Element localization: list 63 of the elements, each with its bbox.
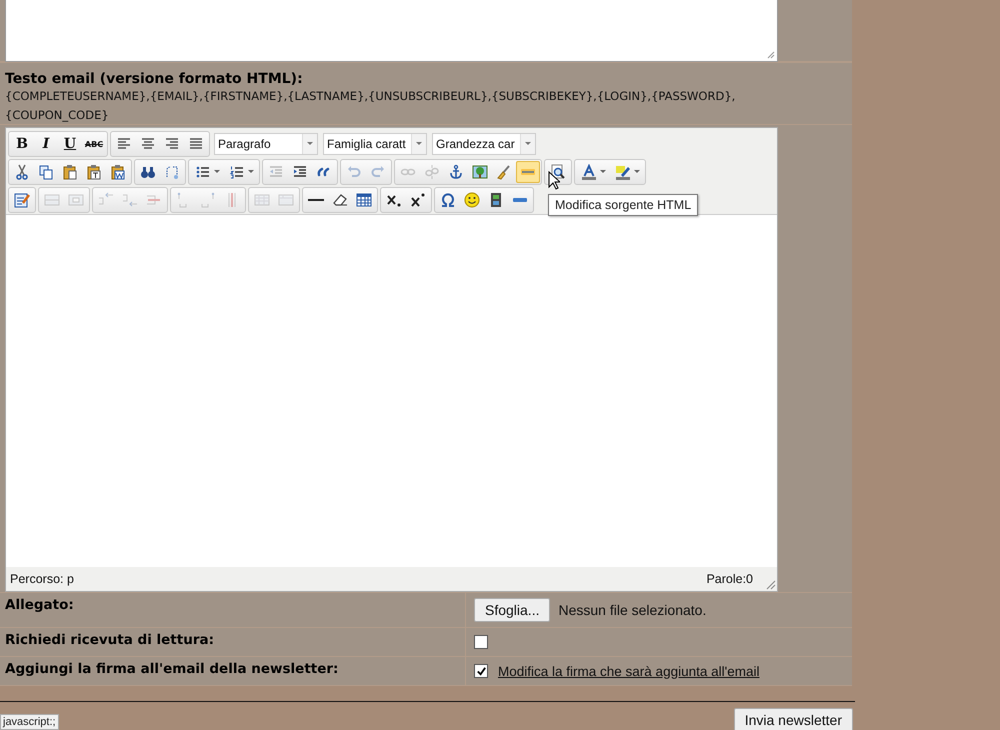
checkbox[interactable] xyxy=(474,664,488,678)
omega-icon xyxy=(440,192,456,208)
code-button[interactable] xyxy=(516,161,540,183)
field-label: Testo email (versione formato HTML): xyxy=(5,71,304,87)
replace-icon xyxy=(164,164,180,180)
field-label: Aggiungi la firma all'email della newsletter: xyxy=(0,657,466,685)
horizontal-rule-icon xyxy=(308,199,324,201)
caret-icon xyxy=(307,142,313,146)
anchor-icon xyxy=(448,164,464,180)
table-cell-icon xyxy=(68,192,84,208)
file-status: Nessun file selezionato. xyxy=(558,602,706,618)
send-newsletter-button[interactable]: Invia newsletter xyxy=(734,708,853,730)
table-row-icon xyxy=(44,192,60,208)
align-center-icon xyxy=(140,136,156,152)
align-left-icon xyxy=(116,136,132,152)
field-label: Allegato: xyxy=(0,593,466,627)
bold-button[interactable]: B xyxy=(10,133,34,155)
merge-cells-icon xyxy=(278,192,294,208)
clipboard-icon xyxy=(110,164,126,180)
insert-row-icon xyxy=(122,192,138,208)
scissors-icon xyxy=(14,164,30,180)
placeholder-tags: {COMPLETEUSERNAME},{EMAIL},{FIRSTNAME},{LASTNAME},{UNSUBSCRIBEURL},{SUBSCRIBEKEY},{LOGIN},{PASSWORD}, {COUPON_CODE} xyxy=(5,87,785,125)
dropdown[interactable]: Grandezza car xyxy=(432,133,536,155)
eraser-icon xyxy=(332,192,348,208)
checkbox[interactable] xyxy=(474,635,488,649)
table-icon xyxy=(356,192,372,208)
bullet-list-icon xyxy=(194,164,210,180)
binoculars-icon xyxy=(140,164,156,180)
insert-column-icon xyxy=(200,192,216,208)
tooltip: Modifica sorgente HTML xyxy=(548,194,698,216)
underline-button[interactable]: U xyxy=(58,133,82,155)
clipboard-icon xyxy=(86,164,102,180)
picture-icon xyxy=(472,164,488,180)
align-right-icon xyxy=(164,136,180,152)
brush-icon xyxy=(496,164,512,180)
copy-icon xyxy=(38,164,54,180)
status-tooltip: javascript:; xyxy=(0,714,59,730)
highlighter-icon xyxy=(614,164,630,180)
superscript-icon xyxy=(410,192,426,208)
caret-icon xyxy=(525,142,531,146)
browse-button[interactable]: Sfoglia... xyxy=(474,598,550,622)
undo-icon xyxy=(346,164,362,180)
clipboard-icon xyxy=(62,164,78,180)
dropdown[interactable]: Paragrafo xyxy=(214,133,318,155)
word-count: Parole:0 xyxy=(706,572,753,586)
text-color-icon xyxy=(580,164,596,180)
resize-grip-icon[interactable] xyxy=(767,51,775,59)
dropdown[interactable]: Famiglia caratt xyxy=(323,133,427,155)
redo-icon xyxy=(370,164,386,180)
smiley-icon xyxy=(464,192,480,208)
edit-signature-link[interactable]: Modifica la firma che sarà aggiunta all'email xyxy=(498,664,760,678)
justify-icon xyxy=(188,136,204,152)
caret-icon xyxy=(416,142,422,146)
element-path: Percorso: p xyxy=(10,572,74,586)
edit-page-icon xyxy=(14,192,30,208)
strikethrough-button[interactable]: ABC xyxy=(82,133,106,155)
field-label: Richiedi ricevuta di lettura: xyxy=(0,628,466,656)
split-cells-icon xyxy=(254,192,270,208)
film-strip-icon xyxy=(488,192,504,208)
resize-grip-icon[interactable] xyxy=(766,580,776,590)
numbered-list-icon xyxy=(228,164,244,180)
broken-chain-icon xyxy=(424,164,440,180)
italic-button[interactable]: I xyxy=(34,133,58,155)
